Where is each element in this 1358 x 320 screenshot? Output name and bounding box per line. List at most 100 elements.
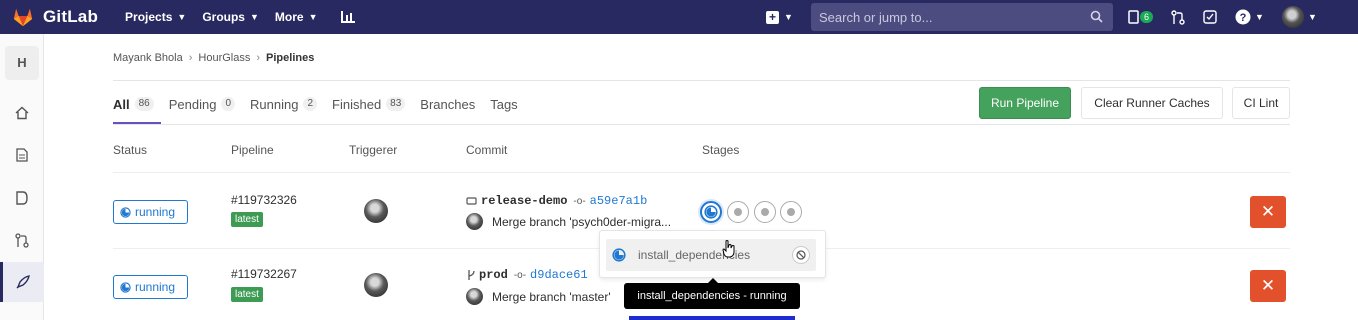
column-header-stages: Stages: [702, 143, 740, 157]
todo-link[interactable]: 6: [1128, 10, 1154, 24]
partial-blue-element: [629, 316, 795, 320]
issues-icon[interactable]: [13, 189, 31, 207]
breadcrumb-current[interactable]: Pipelines: [266, 52, 314, 64]
user-menu[interactable]: ▼: [1281, 6, 1317, 28]
stage-created-button[interactable]: [754, 201, 776, 223]
stage-created-button[interactable]: [727, 201, 749, 223]
branch-name-link[interactable]: prod: [479, 268, 508, 282]
commit-icon: -o-: [573, 195, 586, 207]
gitlab-home-link[interactable]: GitLab: [12, 0, 98, 34]
status-label: running: [135, 280, 176, 294]
project-avatar[interactable]: H: [5, 46, 39, 80]
search-input[interactable]: [819, 9, 1089, 25]
commit-author-avatar[interactable]: [466, 213, 483, 230]
nav-more[interactable]: More ▼: [275, 10, 318, 24]
commit-message-line: Merge branch 'psych0der-migra...: [466, 213, 671, 230]
merge-request-icon[interactable]: [1171, 9, 1185, 25]
status-created-icon: [787, 208, 795, 216]
tab-all[interactable]: All 86: [113, 84, 161, 124]
breadcrumb: Mayank Bhola › HourGlass › Pipelines: [113, 52, 314, 64]
help-dropdown[interactable]: ? ▼: [1235, 9, 1264, 25]
home-icon[interactable]: [13, 104, 31, 122]
new-item-button[interactable]: + ▼: [766, 5, 800, 29]
pipeline-scope-tabs: All 86 Pending 0 Running 2 Finished 83 Branc…: [113, 84, 533, 124]
tab-count: 0: [221, 97, 236, 111]
cancel-pipeline-button[interactable]: ✕: [1250, 270, 1286, 302]
close-icon: ✕: [1260, 276, 1276, 295]
tab-running[interactable]: Running 2: [250, 84, 318, 124]
job-status-tooltip: install_dependencies - running: [624, 278, 800, 309]
chevron-down-icon: ▼: [784, 12, 793, 22]
commit-sha-link[interactable]: d9dace61: [530, 268, 588, 282]
search-box[interactable]: [811, 3, 1113, 31]
status-created-icon: [761, 208, 769, 216]
breadcrumb-namespace[interactable]: Mayank Bhola: [113, 52, 183, 64]
column-header-commit: Commit: [466, 143, 508, 157]
tab-finished[interactable]: Finished 83: [332, 84, 406, 124]
nav-groups[interactable]: Groups ▼: [202, 10, 259, 24]
chevron-down-icon: ▼: [308, 12, 318, 22]
status-running-icon: [704, 205, 718, 219]
top-navbar: GitLab Projects ▼ Groups ▼ More ▼ + ▼ 6: [0, 0, 1358, 34]
cancel-pipeline-button[interactable]: ✕: [1250, 196, 1286, 228]
clear-runner-caches-button[interactable]: Clear Runner Caches: [1081, 87, 1223, 119]
breadcrumb-project[interactable]: HourGlass: [198, 52, 250, 64]
rocket-icon[interactable]: [13, 273, 31, 291]
divider: [113, 124, 1290, 125]
tab-label: All: [113, 96, 130, 112]
plus-icon: +: [766, 10, 779, 24]
run-pipeline-button[interactable]: Run Pipeline: [979, 87, 1071, 119]
chevron-down-icon: ▼: [177, 12, 187, 22]
nav-projects[interactable]: Projects ▼: [125, 10, 186, 24]
activity-chart-icon[interactable]: [340, 10, 356, 24]
branch-icon: [468, 270, 475, 280]
cancel-job-button[interactable]: [792, 246, 810, 264]
status-badge[interactable]: running: [113, 200, 188, 224]
merge-request-icon[interactable]: [13, 231, 31, 249]
tab-count: 2: [303, 97, 318, 111]
chevron-down-icon: ▼: [249, 12, 259, 22]
stage-install-button[interactable]: [700, 201, 722, 223]
branch-name-link[interactable]: release-demo: [481, 194, 567, 208]
divider: [113, 172, 1290, 173]
svg-text:?: ?: [1240, 12, 1247, 24]
nav-projects-label: Projects: [125, 10, 173, 24]
commit-message-link[interactable]: Merge branch 'master': [492, 290, 611, 304]
tab-count: 86: [134, 97, 154, 111]
tab-pending[interactable]: Pending 0: [169, 84, 236, 124]
pipeline-id-link[interactable]: #119732267: [231, 267, 297, 281]
column-header-triggerer: Triggerer: [349, 143, 398, 157]
tab-label: Running: [250, 96, 299, 112]
brand-name: GitLab: [43, 7, 99, 26]
divider: [113, 80, 1290, 81]
column-header-status: Status: [113, 143, 148, 157]
latest-badge: latest: [231, 287, 263, 302]
status-created-icon: [734, 208, 742, 216]
pipeline-id-link[interactable]: #119732326: [231, 193, 297, 207]
new-item-dropdown[interactable]: + ▼: [766, 0, 800, 34]
branch-icon: [466, 197, 477, 205]
nav-groups-label: Groups: [202, 10, 245, 24]
commit-message-link[interactable]: Merge branch 'psych0der-migra...: [492, 215, 671, 229]
tab-label: Tags: [490, 96, 518, 112]
triggerer-avatar[interactable]: [364, 273, 388, 297]
checklist-icon[interactable]: [1203, 10, 1217, 24]
ci-lint-button[interactable]: CI Lint: [1232, 87, 1290, 119]
tab-tags[interactable]: Tags: [490, 84, 517, 124]
status-label: running: [135, 205, 176, 219]
document-icon[interactable]: [13, 146, 31, 164]
commit-message-line: Merge branch 'master': [466, 288, 611, 305]
chevron-down-icon: ▼: [1255, 12, 1264, 22]
status-running-icon: [612, 248, 626, 262]
project-sidebar: H: [0, 34, 44, 320]
triggerer-avatar[interactable]: [364, 199, 388, 223]
commit-sha-link[interactable]: a59e7a1b: [590, 194, 648, 208]
column-header-pipeline: Pipeline: [231, 143, 274, 157]
status-badge[interactable]: running: [113, 275, 188, 299]
tab-branches[interactable]: Branches: [420, 84, 475, 124]
cancel-icon: [796, 250, 806, 260]
job-item-install-dependencies[interactable]: install_dependencies: [606, 239, 816, 271]
commit-author-avatar[interactable]: [466, 288, 483, 305]
stage-created-button[interactable]: [780, 201, 802, 223]
user-nav-icons: 6 ? ▼ ▼: [1128, 0, 1335, 34]
